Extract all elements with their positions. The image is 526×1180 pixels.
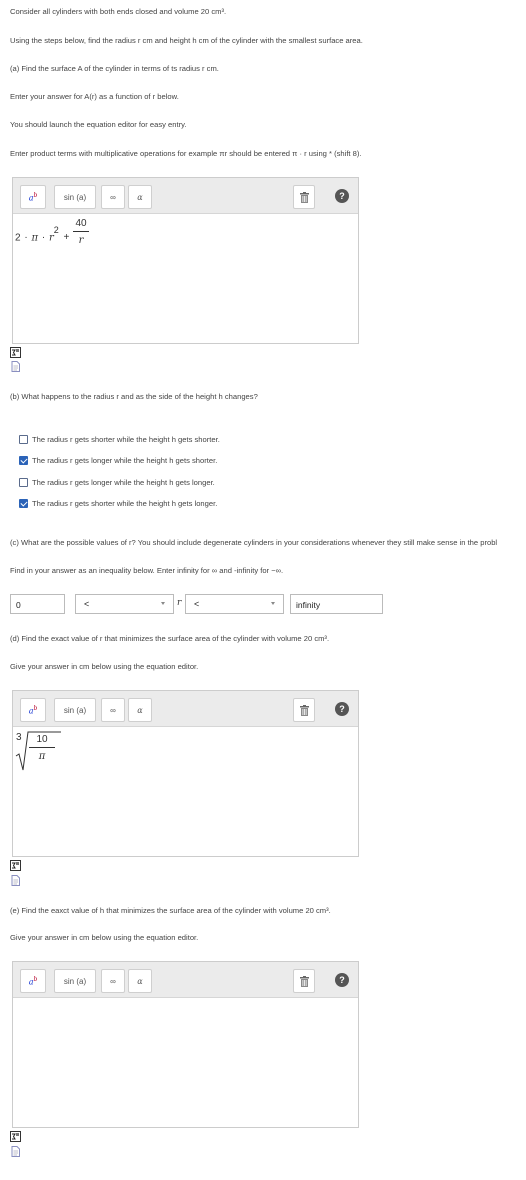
math-editor-icon[interactable]: [10, 860, 21, 871]
sin-button[interactable]: sin (a): [54, 969, 96, 993]
operator-select-2[interactable]: <: [185, 594, 284, 614]
help-icon[interactable]: ?: [335, 702, 349, 716]
infinity-button[interactable]: ∞: [101, 969, 125, 993]
editor-input-area[interactable]: 3 10 π: [13, 727, 358, 856]
trash-icon: [299, 191, 309, 203]
infinity-button[interactable]: ∞: [101, 698, 125, 722]
power-exp: b: [33, 975, 38, 983]
option-checkbox-1[interactable]: [19, 435, 28, 444]
editor-toolbar: ab sin (a) ∞ α ?: [13, 691, 358, 727]
alpha-button[interactable]: α: [128, 969, 152, 993]
alpha-button[interactable]: α: [128, 698, 152, 722]
editor-input-area[interactable]: 2 · π · r2 + 40 r: [13, 214, 358, 343]
fraction: 40 r: [73, 218, 89, 246]
radicand-fraction: 10 π: [29, 734, 55, 762]
variable-r: r: [177, 598, 182, 608]
part-d-instruction: Give your answer in cm below using the e…: [10, 662, 199, 671]
trash-icon: [299, 704, 309, 716]
option-label-1: The radius r gets shorter while the heig…: [32, 435, 220, 444]
help-icon[interactable]: ?: [335, 189, 349, 203]
power-exp: b: [33, 704, 38, 712]
power-exp: b: [33, 191, 38, 199]
part-c-instruction: Find in your answer as an inequality bel…: [10, 566, 284, 575]
document-icon[interactable]: [10, 1146, 21, 1157]
math-editor-icon[interactable]: [10, 347, 21, 358]
power-button[interactable]: ab: [20, 698, 46, 722]
part-b-question: (b) What happens to the radius r and as …: [10, 392, 258, 401]
part-e-instruction: Give your answer in cm below using the e…: [10, 933, 199, 942]
trash-button[interactable]: [293, 969, 315, 993]
operator-1-value: <: [84, 599, 90, 609]
equation-editor-a: ab sin (a) ∞ α ? 2 · π · r2 + 40 r: [12, 177, 359, 344]
chevron-down-icon: [271, 602, 275, 605]
operator-2-value: <: [194, 599, 200, 609]
math-editor-icon[interactable]: [10, 1131, 21, 1142]
denominator: π: [29, 747, 55, 762]
trash-icon: [299, 975, 309, 987]
operator-select-1[interactable]: <: [75, 594, 174, 614]
editor-input-area[interactable]: [13, 998, 358, 1127]
numerator: 10: [36, 734, 48, 745]
trash-button[interactable]: [293, 698, 315, 722]
option-checkbox-3[interactable]: [19, 478, 28, 487]
denominator: r: [73, 231, 89, 246]
equation-editor-e: ab sin (a) ∞ α ?: [12, 961, 359, 1128]
option-label-4: The radius r gets shorter while the heig…: [32, 499, 218, 508]
pi-symbol: π: [31, 232, 39, 244]
numerator: 40: [75, 218, 87, 229]
option-checkbox-2[interactable]: [19, 456, 28, 465]
coef: 2: [15, 232, 21, 244]
part-a-question: (a) Find the surface A of the cylinder i…: [10, 64, 219, 73]
plus: +: [63, 232, 70, 244]
lower-bound-input[interactable]: 0: [10, 594, 65, 614]
document-icon[interactable]: [10, 361, 21, 372]
exponent: 2: [53, 225, 59, 235]
part-c-question: (c) What are the possible values of r? Y…: [10, 538, 498, 547]
part-a-hint-product: Enter product terms with multiplicative …: [10, 149, 362, 158]
option-label-2: The radius r gets longer while the heigh…: [32, 456, 218, 465]
help-icon[interactable]: ?: [335, 973, 349, 987]
editor-toolbar: ab sin (a) ∞ α ?: [13, 178, 358, 214]
intro-line-1: Consider all cylinders with both ends cl…: [10, 7, 227, 16]
equation-editor-d: ab sin (a) ∞ α ? 3 10 π: [12, 690, 359, 857]
sin-button[interactable]: sin (a): [54, 185, 96, 209]
chevron-down-icon: [161, 602, 165, 605]
alpha-button[interactable]: α: [128, 185, 152, 209]
answer-expression-a: 2 · π · r2 +: [15, 225, 70, 244]
power-button[interactable]: ab: [20, 185, 46, 209]
upper-bound-input[interactable]: infinity: [290, 594, 383, 614]
option-checkbox-4[interactable]: [19, 499, 28, 508]
power-button[interactable]: ab: [20, 969, 46, 993]
part-a-instruction: Enter your answer for A(r) as a function…: [10, 92, 179, 101]
intro-line-2: Using the steps below, find the radius r…: [10, 36, 363, 45]
part-a-hint-editor: You should launch the equation editor fo…: [10, 120, 187, 129]
trash-button[interactable]: [293, 185, 315, 209]
option-label-3: The radius r gets longer while the heigh…: [32, 478, 215, 487]
infinity-button[interactable]: ∞: [101, 185, 125, 209]
editor-toolbar: ab sin (a) ∞ α ?: [13, 962, 358, 998]
part-e-question: (e) Find the eaxct value of h that minim…: [10, 906, 331, 915]
part-d-question: (d) Find the exact value of r that minim…: [10, 634, 330, 643]
sin-button[interactable]: sin (a): [54, 698, 96, 722]
document-icon[interactable]: [10, 875, 21, 886]
